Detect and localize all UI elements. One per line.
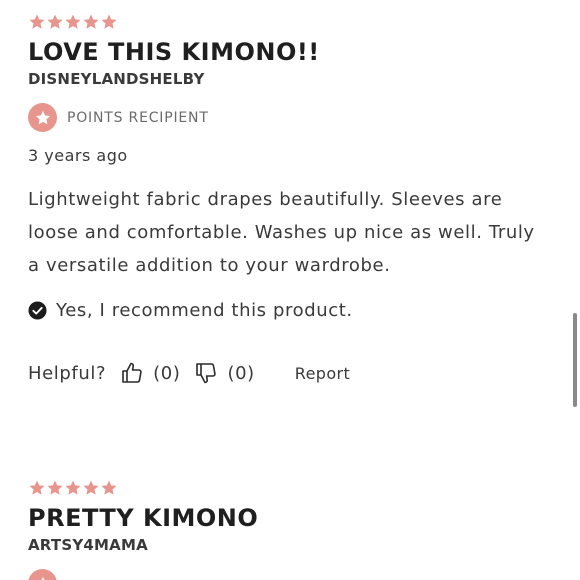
rating-star-icon — [64, 13, 82, 31]
badge-label: POINTS RECIPIENT — [67, 109, 209, 126]
rating-star-icon — [28, 479, 46, 497]
reviews-page: LOVE THIS KIMONO!! DISNEYLANDSHELBY POIN… — [0, 0, 580, 580]
rating-star-icon — [64, 479, 82, 497]
star-icon — [28, 103, 57, 132]
scrollbar-thumb[interactable] — [573, 313, 577, 407]
star-rating — [28, 478, 580, 498]
thumbs-up-icon[interactable] — [120, 361, 144, 385]
review-card: PRETTY KIMONO ARTSY4MAMA — [28, 478, 580, 580]
recommend-row: Yes, I recommend this product. — [28, 300, 580, 321]
check-circle-icon — [28, 301, 47, 320]
thumbs-down-icon[interactable] — [194, 361, 218, 385]
report-link[interactable]: Report — [295, 364, 350, 383]
star-icon — [28, 569, 57, 580]
rating-star-icon — [82, 479, 100, 497]
rating-star-icon — [82, 13, 100, 31]
recommend-text: Yes, I recommend this product. — [56, 300, 353, 321]
helpful-row: Helpful? (0) (0) Report — [28, 361, 580, 385]
review-title: PRETTY KIMONO — [28, 504, 259, 532]
helpful-label: Helpful? — [28, 362, 107, 384]
rating-star-icon — [100, 479, 118, 497]
helpful-yes-count: (0) — [153, 362, 181, 384]
rating-star-icon — [28, 13, 46, 31]
rating-star-icon — [46, 479, 64, 497]
review-title: LOVE THIS KIMONO!! — [28, 38, 320, 66]
badge-row — [28, 569, 580, 580]
review-card: LOVE THIS KIMONO!! DISNEYLANDSHELBY POIN… — [28, 12, 580, 385]
badge-row: POINTS RECIPIENT — [28, 103, 580, 132]
rating-star-icon — [46, 13, 64, 31]
rating-star-icon — [100, 13, 118, 31]
review-author: ARTSY4MAMA — [28, 536, 148, 554]
review-author: DISNEYLANDSHELBY — [28, 70, 205, 88]
review-body: Lightweight fabric drapes beautifully. S… — [28, 189, 535, 276]
helpful-no-count: (0) — [227, 362, 255, 384]
star-rating — [28, 12, 580, 32]
review-timestamp: 3 years ago — [28, 146, 128, 165]
